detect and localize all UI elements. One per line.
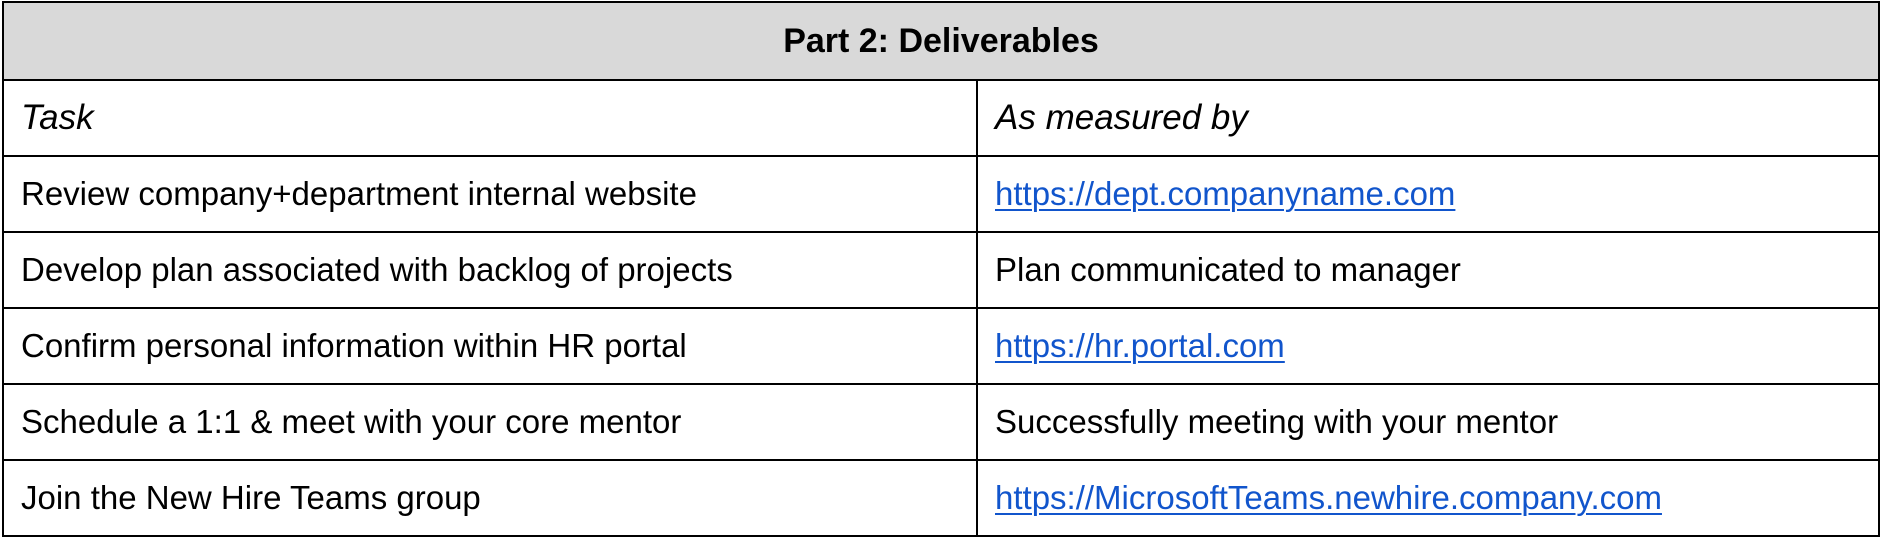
teams-group-link[interactable]: https://MicrosoftTeams.newhire.company.c… (995, 479, 1662, 516)
table-title: Part 2: Deliverables (2, 1, 1880, 81)
dept-website-link[interactable]: https://dept.companyname.com (995, 175, 1455, 212)
table-row: Develop plan associated with backlog of … (2, 231, 1880, 309)
title-row: Part 2: Deliverables (2, 1, 1880, 81)
measured-by-cell: Successfully meeting with your mentor (976, 383, 1880, 461)
table-row: Schedule a 1:1 & meet with your core men… (2, 383, 1880, 461)
table-row: Confirm personal information within HR p… (2, 307, 1880, 385)
hr-portal-link[interactable]: https://hr.portal.com (995, 327, 1285, 364)
task-column-header: Task (2, 79, 978, 157)
measured-by-cell: https://MicrosoftTeams.newhire.company.c… (976, 459, 1880, 537)
column-header-row: Task As measured by (2, 79, 1880, 157)
task-cell: Develop plan associated with backlog of … (2, 231, 978, 309)
measured-by-cell: https://hr.portal.com (976, 307, 1880, 385)
measured-by-cell: https://dept.companyname.com (976, 155, 1880, 233)
table-row: Join the New Hire Teams group https://Mi… (2, 459, 1880, 537)
task-cell: Review company+department internal websi… (2, 155, 978, 233)
deliverables-table: Part 2: Deliverables Task As measured by… (2, 1, 1880, 537)
measured-by-cell: Plan communicated to manager (976, 231, 1880, 309)
task-cell: Schedule a 1:1 & meet with your core men… (2, 383, 978, 461)
measured-by-column-header: As measured by (976, 79, 1880, 157)
task-cell: Join the New Hire Teams group (2, 459, 978, 537)
table-row: Review company+department internal websi… (2, 155, 1880, 233)
task-cell: Confirm personal information within HR p… (2, 307, 978, 385)
